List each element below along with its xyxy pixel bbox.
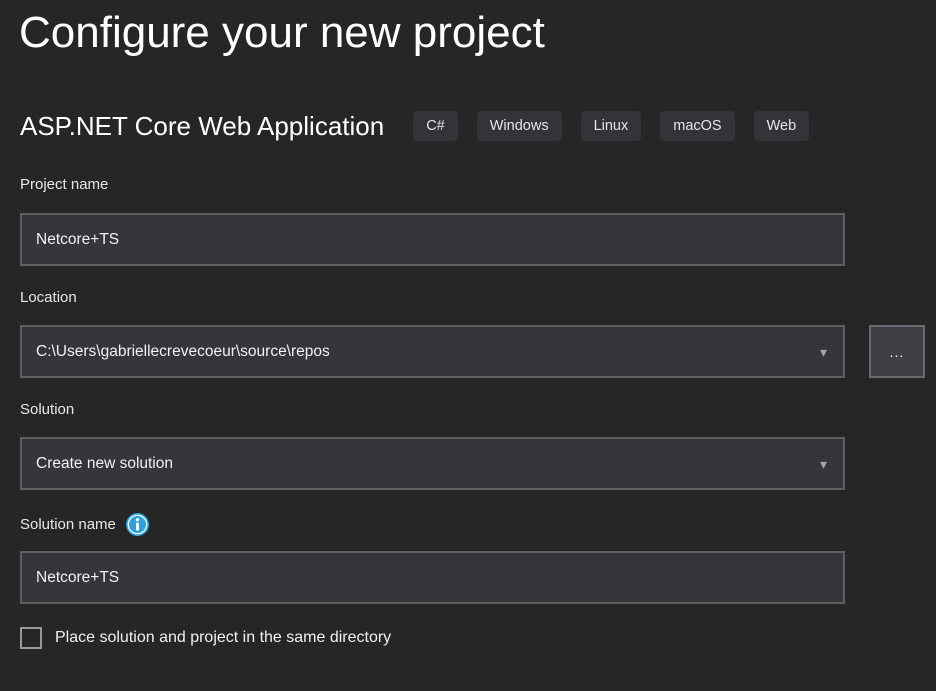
template-name: ASP.NET Core Web Application bbox=[20, 111, 384, 142]
solution-label: Solution bbox=[20, 401, 74, 418]
project-name-label: Project name bbox=[20, 176, 108, 193]
page-title: Configure your new project bbox=[19, 8, 545, 58]
location-label: Location bbox=[20, 289, 77, 306]
tag-csharp: C# bbox=[413, 111, 458, 141]
chevron-down-icon: ▾ bbox=[820, 457, 827, 471]
location-value: C:\Users\gabriellecrevecoeur\source\repo… bbox=[36, 343, 820, 361]
same-directory-row: Place solution and project in the same d… bbox=[20, 627, 391, 649]
tag-macos: macOS bbox=[660, 111, 734, 141]
tag-linux: Linux bbox=[581, 111, 642, 141]
same-directory-checkbox[interactable] bbox=[20, 627, 42, 649]
info-icon[interactable] bbox=[126, 513, 149, 536]
solution-combobox[interactable]: Create new solution ▾ bbox=[20, 437, 845, 490]
solution-value: Create new solution bbox=[36, 455, 820, 473]
tag-windows: Windows bbox=[477, 111, 562, 141]
chevron-down-icon: ▾ bbox=[820, 345, 827, 359]
configure-project-dialog: Configure your new project ASP.NET Core … bbox=[0, 0, 936, 691]
browse-location-button[interactable]: ... bbox=[869, 325, 925, 378]
project-name-input[interactable] bbox=[20, 213, 845, 266]
tag-web: Web bbox=[754, 111, 810, 141]
solution-name-label: Solution name bbox=[20, 516, 116, 533]
template-info-row: ASP.NET Core Web Application C# Windows … bbox=[20, 109, 809, 143]
solution-name-input[interactable] bbox=[20, 551, 845, 604]
solution-name-label-row: Solution name bbox=[20, 513, 149, 536]
location-combobox[interactable]: C:\Users\gabriellecrevecoeur\source\repo… bbox=[20, 325, 845, 378]
same-directory-label[interactable]: Place solution and project in the same d… bbox=[55, 629, 391, 647]
